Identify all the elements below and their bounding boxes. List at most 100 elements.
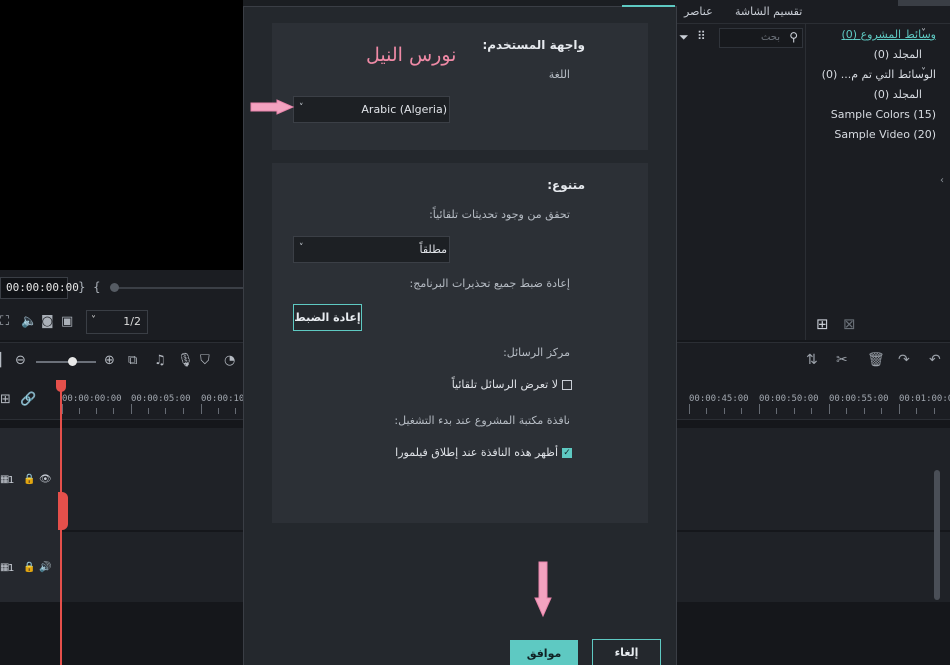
zoom-out-icon[interactable]: ⊖ — [15, 353, 26, 368]
lock-icon[interactable]: 🔒 — [23, 474, 35, 485]
ruler-tick — [899, 404, 900, 414]
ruler-tick — [916, 408, 917, 414]
ruler-tick — [864, 408, 865, 414]
ruler-tick — [62, 404, 63, 414]
eye-icon[interactable]: 👁 — [39, 474, 52, 485]
tab-split-screen[interactable]: تقسيم الشاشة — [735, 5, 802, 18]
vertical-scrollbar[interactable] — [934, 470, 940, 600]
track-number: 1 — [8, 475, 15, 486]
check-updates-select[interactable]: ˅ مطلقاً — [293, 236, 450, 263]
ruler-tick — [881, 408, 882, 414]
ruler-tick — [741, 408, 742, 414]
timeline-empty-area — [0, 604, 243, 665]
add-track-icon[interactable]: ⊞ — [0, 392, 11, 407]
undo-icon[interactable]: ↶ — [929, 352, 941, 368]
snapshot-icon[interactable]: ◙ — [41, 314, 54, 329]
search-input[interactable]: بحث ⚲ — [719, 28, 803, 48]
tree-item-shared-media[interactable]: الوسائط التي تم م... (0) — [822, 68, 936, 81]
mark-in-icon[interactable]: { — [93, 280, 101, 294]
ruler-tick — [811, 408, 812, 414]
ruler-tick — [96, 408, 97, 414]
ruler-tick — [689, 404, 690, 414]
filter-icon[interactable]: ⏷ — [679, 30, 689, 45]
ruler-label: 00:01:00:00 — [899, 394, 950, 404]
zoom-slider-handle[interactable] — [68, 357, 77, 366]
ruler-label: 00:00:45:00 — [689, 394, 749, 404]
tree-item-sample-colors[interactable]: Sample Colors (15) — [831, 108, 936, 121]
ruler-tick — [148, 408, 149, 414]
adjust-icon[interactable]: ⇅ — [806, 352, 818, 368]
language-label: اللغة — [548, 68, 570, 81]
playhead-head[interactable] — [56, 380, 66, 392]
timecode-display: 00:00:00:00 — [0, 277, 79, 299]
progress-track[interactable] — [112, 287, 243, 289]
ruler-tick — [934, 408, 935, 414]
cut-icon[interactable]: ✂ — [836, 352, 848, 368]
ui-section-panel — [272, 23, 648, 150]
ruler-tick — [131, 404, 132, 414]
page-select[interactable]: ˅ 1/2 — [86, 310, 148, 334]
no-auto-messages-checkbox[interactable] — [562, 380, 572, 390]
link-icon[interactable]: 🔗 — [20, 392, 36, 407]
new-folder-icon[interactable]: ⊞ — [816, 315, 829, 333]
speaker-icon[interactable]: 🔊 — [39, 562, 51, 573]
tree-item-folder[interactable]: المجلد (0) — [874, 88, 922, 101]
trash-icon[interactable]: 🗑 — [867, 352, 885, 368]
tab-elements[interactable]: عناصر — [684, 5, 713, 18]
video-track-right[interactable] — [677, 428, 950, 530]
chevron-down-icon: ˅ — [299, 243, 304, 253]
search-placeholder: بحث — [760, 32, 780, 43]
dialog-tab-strip — [243, 0, 677, 7]
ruler-label: 00:00:50:00 — [759, 394, 819, 404]
ruler-tick — [183, 408, 184, 414]
no-auto-messages-label: لا تعرض الرسائل تلقائياً — [451, 378, 558, 391]
ruler-tick — [759, 404, 760, 414]
ruler-tick — [113, 408, 114, 414]
show-on-launch-checkbox[interactable]: ✓ — [562, 448, 572, 458]
ruler-tick — [165, 408, 166, 414]
volume-icon[interactable]: 🔈 — [21, 314, 37, 329]
track-number: 1 — [8, 563, 15, 574]
audio-track-right[interactable] — [677, 532, 950, 602]
mark-out-icon[interactable]: } — [78, 280, 86, 294]
grid-view-icon[interactable]: ⠿ — [697, 29, 706, 43]
tree-item-folder[interactable]: المجلد (0) — [874, 48, 922, 61]
ruler-tick — [724, 408, 725, 414]
ui-section-title: واجهة المستخدم: — [482, 38, 585, 52]
reset-button[interactable]: إعادة الضبط — [293, 304, 362, 331]
dialog-tab-active[interactable] — [622, 0, 675, 7]
show-on-launch-label: أظهر هذه النافذة عند إطلاق فيلمورا — [395, 446, 558, 459]
progress-handle[interactable] — [110, 283, 119, 292]
page-value: 1/2 — [123, 315, 141, 328]
render-settings-icon[interactable]: ▣ — [61, 314, 73, 329]
fullscreen-icon[interactable]: ⛶ — [0, 314, 9, 329]
ruler-tick — [201, 404, 202, 414]
language-select[interactable]: ˅ Arabic (Algeria) — [293, 96, 450, 123]
tree-item-project-media[interactable]: وسائط المشروع (0) — [842, 28, 937, 41]
ok-button[interactable]: موافق — [510, 640, 578, 665]
microphone-icon[interactable]: 🎙 — [177, 353, 194, 368]
fit-timeline-icon[interactable]: ⧉ — [128, 353, 137, 368]
cancel-button[interactable]: إلغاء — [592, 639, 661, 665]
chevron-down-icon: ˅ — [299, 103, 304, 113]
ruler-tick — [829, 404, 830, 414]
lock-icon[interactable]: 🔒 — [23, 562, 35, 573]
chevron-down-icon: ˅ — [91, 315, 96, 326]
playhead-handle[interactable] — [58, 492, 68, 530]
delete-folder-icon[interactable]: ⊠ — [843, 315, 856, 333]
ruler-tick — [235, 408, 236, 414]
import-button[interactable] — [898, 0, 950, 6]
marker-icon[interactable]: ▏ — [0, 353, 10, 368]
ruler-label: 00:00:05:00 — [131, 394, 191, 404]
check-updates-label: تحقق من وجود تحديثات تلقائياً: — [429, 208, 570, 221]
audio-mixer-icon[interactable]: ♫ — [154, 353, 166, 368]
zoom-slider[interactable] — [36, 361, 96, 363]
zoom-in-icon[interactable]: ⊕ — [104, 353, 115, 368]
shield-icon[interactable]: ⛉ — [200, 353, 210, 368]
chevron-left-icon[interactable]: ‹ — [940, 175, 944, 186]
tree-item-sample-video[interactable]: Sample Video (20) — [834, 128, 936, 141]
ruler-tick — [79, 408, 80, 414]
render-preview-icon[interactable]: ◔ — [224, 353, 235, 368]
language-value: Arabic (Algeria) — [361, 103, 447, 116]
redo-icon[interactable]: ↷ — [898, 352, 910, 368]
